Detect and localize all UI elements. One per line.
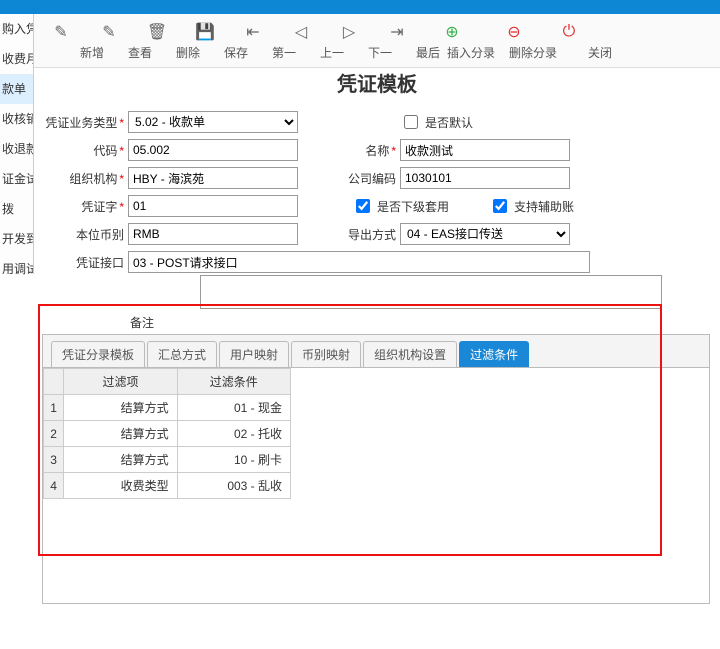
first-icon: ⇤ (246, 22, 259, 42)
voucher-word-input[interactable] (128, 195, 298, 217)
biz-type-select[interactable]: 5.02 - 收款单 (128, 111, 298, 133)
close-button[interactable]: ⏻关闭 (546, 16, 592, 66)
name-label: 名称 (336, 142, 400, 159)
filter-cond-cell[interactable]: 01 - 现金 (177, 395, 290, 421)
support-aux-label: 支持辅助账 (514, 198, 574, 215)
support-aux-checkbox[interactable] (493, 199, 507, 213)
sidebar-item[interactable]: 用调试 (0, 254, 33, 284)
tab[interactable]: 过滤条件 (459, 341, 529, 367)
voucher-word-label: 凭证字 (34, 198, 128, 215)
table-row[interactable]: 3结算方式10 - 刷卡 (44, 447, 291, 473)
filter-cond-cell[interactable]: 10 - 刷卡 (177, 447, 290, 473)
is-default-checkbox-wrap[interactable]: 是否默认 (400, 112, 473, 132)
page-title: 凭证模板 (34, 68, 720, 97)
sidebar-item[interactable]: 开发到 (0, 224, 33, 254)
voucher-interface-input[interactable] (128, 251, 590, 273)
biz-type-label: 凭证业务类型 (34, 114, 128, 131)
base-currency-label: 本位币别 (34, 226, 128, 243)
sidebar-item[interactable]: 证金试 (0, 164, 33, 194)
sub-apply-checkbox-wrap[interactable]: 是否下级套用 (352, 196, 449, 216)
close-icon: ⏻ (563, 22, 576, 42)
filter-grid[interactable]: 过滤项 过滤条件 1结算方式01 - 现金2结算方式02 - 托收3结算方式10… (43, 368, 291, 499)
voucher-template-form: 凭证业务类型 5.02 - 收款单 是否默认 代码 名称 组织机构 公司编码 凭… (34, 108, 710, 276)
sidebar-item[interactable]: 收核销 (0, 104, 33, 134)
tab[interactable]: 组织机构设置 (363, 341, 457, 367)
sidebar-item[interactable]: 拨 (0, 194, 33, 224)
voucher-interface-label: 凭证接口 (34, 254, 128, 271)
delete-entry-icon: ⊖ (507, 22, 520, 42)
company-code-label: 公司编码 (336, 170, 400, 187)
sidebar-item[interactable]: 收退款 (0, 134, 33, 164)
toolbar: ✎新增✎查看🗑删除💾保存⇤第一◁上一▷下一⇥最后⊕插入分录⊖删除分录⏻关闭 (34, 14, 720, 68)
toolbar-button-label: 关闭 (522, 44, 616, 61)
support-aux-checkbox-wrap[interactable]: 支持辅助账 (489, 196, 574, 216)
tab-body-filter: 过滤项 过滤条件 1结算方式01 - 现金2结算方式02 - 托收3结算方式10… (43, 367, 709, 603)
detail-tabs: 凭证分录模板汇总方式用户映射币别映射组织机构设置过滤条件 过滤项 过滤条件 1结… (42, 334, 710, 604)
last-icon: ⇥ (390, 22, 403, 42)
row-number: 2 (44, 421, 64, 447)
row-number: 4 (44, 473, 64, 499)
code-input[interactable] (128, 139, 298, 161)
is-default-checkbox[interactable] (404, 115, 418, 129)
grid-corner (44, 369, 64, 395)
tab[interactable]: 凭证分录模板 (51, 341, 145, 367)
filter-item-cell[interactable]: 结算方式 (64, 447, 177, 473)
filter-item-cell[interactable]: 结算方式 (64, 421, 177, 447)
sub-apply-label: 是否下级套用 (377, 198, 449, 215)
sub-apply-checkbox[interactable] (356, 199, 370, 213)
name-input[interactable] (400, 139, 570, 161)
tab-strip: 凭证分录模板汇总方式用户映射币别映射组织机构设置过滤条件 (43, 335, 709, 367)
prev-icon: ◁ (295, 22, 307, 42)
window-title-bar (0, 0, 720, 14)
filter-item-cell[interactable]: 收费类型 (64, 473, 177, 499)
export-mode-select[interactable]: 04 - EAS接口传送 (400, 223, 570, 245)
grid-header-cond: 过滤条件 (177, 369, 290, 395)
insert-entry-icon: ⊕ (445, 22, 458, 42)
is-default-label: 是否默认 (425, 114, 473, 131)
filter-cond-cell[interactable]: 02 - 托收 (177, 421, 290, 447)
org-label: 组织机构 (34, 170, 128, 187)
next-icon: ▷ (343, 22, 355, 42)
save-icon: 💾 (195, 22, 215, 42)
sidebar-item[interactable]: 购入凭 (0, 14, 33, 44)
base-currency-input[interactable] (128, 223, 298, 245)
remarks-label: 备注 (130, 314, 154, 331)
table-row[interactable]: 4收费类型003 - 乱收 (44, 473, 291, 499)
table-row[interactable]: 2结算方式02 - 托收 (44, 421, 291, 447)
row-number: 1 (44, 395, 64, 421)
filter-cond-cell[interactable]: 003 - 乱收 (177, 473, 290, 499)
grid-header-item: 过滤项 (64, 369, 177, 395)
row-number: 3 (44, 447, 64, 473)
tab[interactable]: 用户映射 (219, 341, 289, 367)
tab[interactable]: 汇总方式 (147, 341, 217, 367)
code-label: 代码 (34, 142, 128, 159)
sidebar-item[interactable]: 款单 (0, 74, 33, 104)
export-mode-label: 导出方式 (336, 226, 400, 243)
new-icon: ✎ (54, 22, 67, 42)
filter-item-cell[interactable]: 结算方式 (64, 395, 177, 421)
tab[interactable]: 币别映射 (291, 341, 361, 367)
company-code-input[interactable] (400, 167, 570, 189)
org-input[interactable] (128, 167, 298, 189)
table-row[interactable]: 1结算方式01 - 现金 (44, 395, 291, 421)
view-icon: ✎ (102, 22, 115, 42)
remarks-textarea[interactable] (200, 275, 662, 309)
delete-icon: 🗑 (147, 22, 167, 42)
